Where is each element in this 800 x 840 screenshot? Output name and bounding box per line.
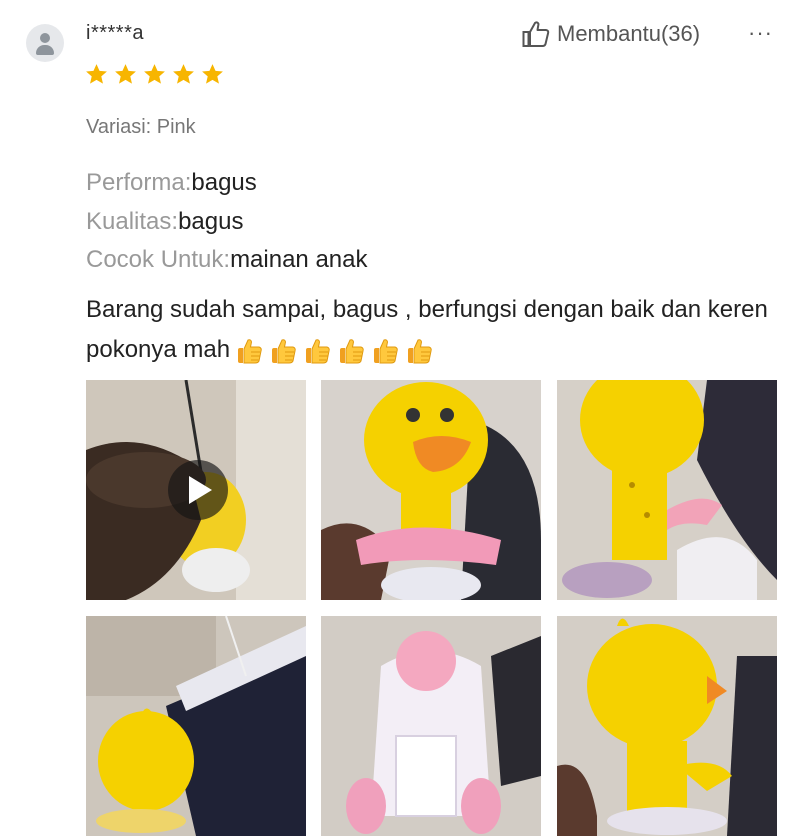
- review-photo-6[interactable]: [557, 616, 777, 836]
- star-icon: [173, 64, 194, 84]
- emoji-row: [234, 336, 434, 366]
- rating-stars: [84, 62, 225, 87]
- review-text: Barang sudah sampai, bagus , berfungsi d…: [86, 290, 776, 370]
- attribute-performa: Performa:bagus: [86, 169, 257, 197]
- thumbs-up-emoji: [340, 338, 364, 364]
- reviewer-username: i*****a: [86, 22, 144, 44]
- thumbs-up-emoji: [408, 338, 432, 364]
- star-icon: [144, 64, 165, 84]
- thumbs-up-emoji: [272, 338, 296, 364]
- attribute-key: Kualitas:: [86, 208, 179, 235]
- variant-label: Variasi: Pink: [86, 116, 196, 138]
- avatar-body: [36, 45, 54, 55]
- thumbs-up-emoji: [374, 338, 398, 364]
- attribute-kualitas: Kualitas:bagus: [86, 208, 243, 236]
- star-icon: [115, 64, 136, 84]
- user-avatar[interactable]: [26, 24, 64, 62]
- star-icon: [86, 64, 107, 84]
- review-photo-5[interactable]: [321, 616, 541, 836]
- attribute-value: bagus: [191, 169, 257, 196]
- more-options-button[interactable]: ···: [748, 20, 773, 46]
- attribute-value: mainan anak: [230, 246, 368, 273]
- thumbs-up-icon: [522, 21, 550, 47]
- thumbs-up-emoji: [238, 338, 262, 364]
- attribute-key: Cocok Untuk:: [86, 246, 231, 273]
- thumbs-up-emoji: [306, 338, 330, 364]
- helpful-button[interactable]: Membantu(36): [521, 19, 700, 49]
- review-photo-4[interactable]: [86, 616, 306, 836]
- review-photo-3[interactable]: [557, 380, 777, 600]
- avatar-head: [40, 33, 50, 43]
- helpful-label: Membantu(36): [557, 21, 701, 46]
- review-photo-2[interactable]: [321, 380, 541, 600]
- attribute-value: bagus: [178, 208, 244, 235]
- attribute-key: Performa:: [86, 169, 192, 196]
- star-icon: [202, 64, 223, 84]
- review-video-thumbnail[interactable]: [86, 380, 306, 600]
- attribute-cocok-untuk: Cocok Untuk:mainan anak: [86, 246, 368, 274]
